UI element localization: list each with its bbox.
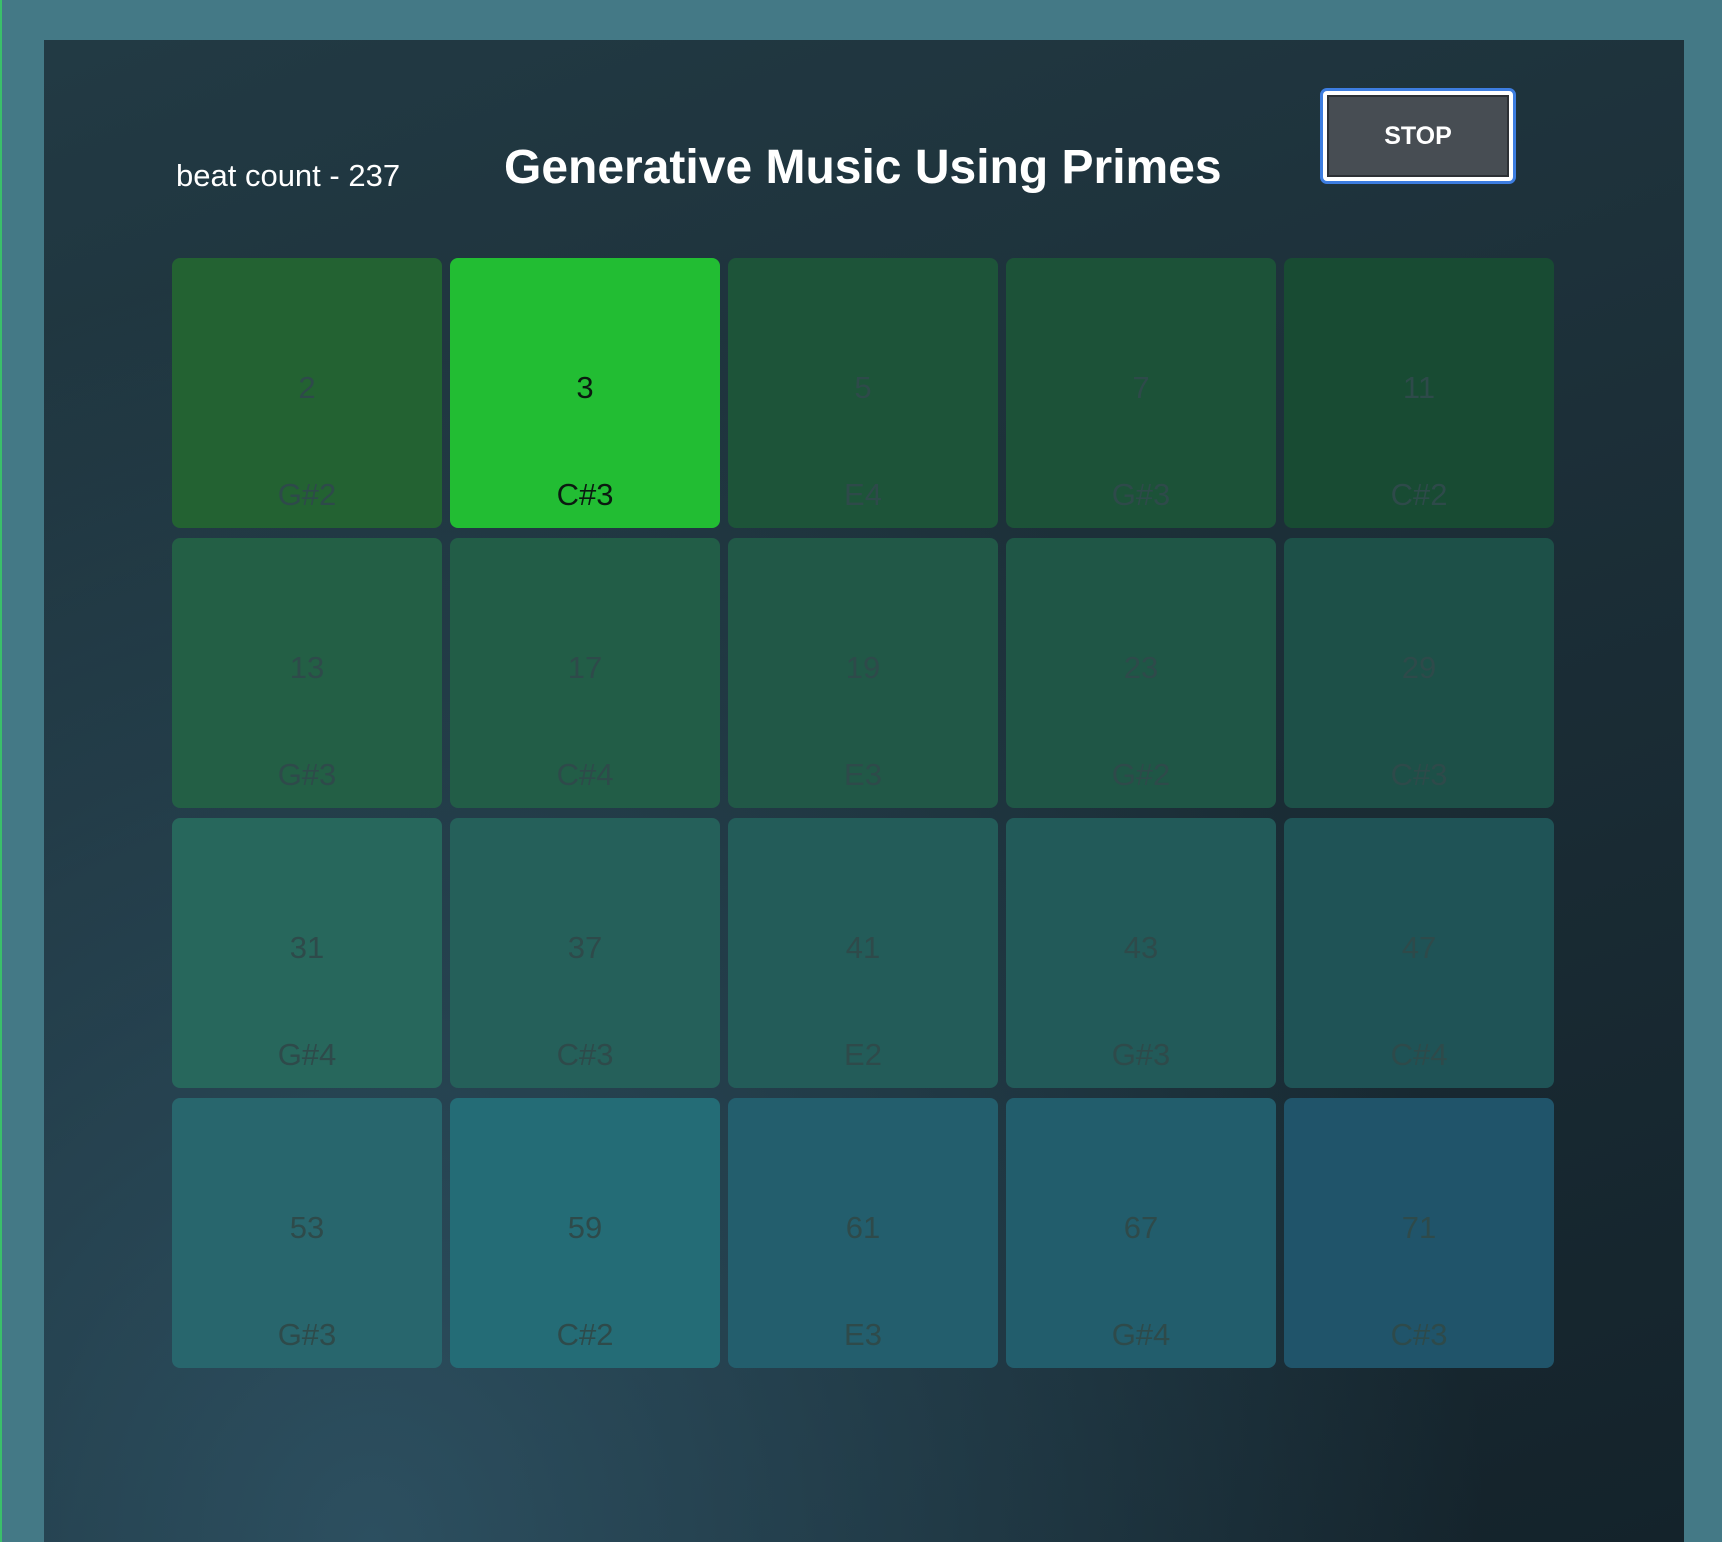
note-label: G#2 xyxy=(1111,757,1171,792)
prime-number: 59 xyxy=(567,1210,603,1245)
app-frame: beat count - 237 Generative Music Using … xyxy=(0,0,1722,1542)
prime-number: 71 xyxy=(1401,1210,1437,1245)
prime-number: 2 xyxy=(298,370,316,405)
stop-button-label: STOP xyxy=(1327,95,1509,177)
note-label: G#2 xyxy=(277,477,337,512)
note-label: C#4 xyxy=(1390,1037,1448,1072)
note-label: E2 xyxy=(844,1037,882,1072)
prime-number: 37 xyxy=(567,930,603,965)
prime-cell[interactable]: 41 E2 xyxy=(728,818,998,1088)
beat-count: beat count - 237 xyxy=(176,158,401,193)
note-label: G#3 xyxy=(1111,477,1171,512)
note-label: C#4 xyxy=(556,757,614,792)
stop-button[interactable]: STOP xyxy=(1320,88,1516,184)
prime-number: 41 xyxy=(845,930,881,965)
prime-number: 17 xyxy=(567,650,603,685)
note-label: G#4 xyxy=(1111,1317,1171,1352)
prime-cell[interactable]: 37 C#3 xyxy=(450,818,720,1088)
note-label: G#4 xyxy=(277,1037,337,1072)
prime-cell[interactable]: 59 C#2 xyxy=(450,1098,720,1368)
prime-cell[interactable]: 47 C#4 xyxy=(1284,818,1554,1088)
prime-cell[interactable]: 19 E3 xyxy=(728,538,998,808)
prime-number: 61 xyxy=(845,1210,881,1245)
prime-number: 3 xyxy=(576,370,594,405)
note-label: G#3 xyxy=(277,757,337,792)
page-title: Generative Music Using Primes xyxy=(504,141,1222,194)
prime-number: 43 xyxy=(1123,930,1159,965)
prime-cell[interactable]: 2 G#2 xyxy=(172,258,442,528)
note-label: C#3 xyxy=(556,1037,614,1072)
note-label: E3 xyxy=(844,1317,882,1352)
note-label: C#3 xyxy=(1390,757,1448,792)
note-label: C#2 xyxy=(556,1317,614,1352)
prime-cell[interactable]: 71 C#3 xyxy=(1284,1098,1554,1368)
prime-cell[interactable]: 53 G#3 xyxy=(172,1098,442,1368)
note-label: E4 xyxy=(844,477,882,512)
note-label: G#3 xyxy=(1111,1037,1171,1072)
prime-cell[interactable]: 5 E4 xyxy=(728,258,998,528)
prime-number: 5 xyxy=(854,370,872,405)
prime-cell[interactable]: 61 E3 xyxy=(728,1098,998,1368)
prime-cell[interactable]: 43 G#3 xyxy=(1006,818,1276,1088)
note-label: G#3 xyxy=(277,1317,337,1352)
prime-number: 29 xyxy=(1401,650,1437,685)
prime-number: 23 xyxy=(1123,650,1159,685)
note-label: C#3 xyxy=(556,477,614,512)
prime-cell[interactable]: 29 C#3 xyxy=(1284,538,1554,808)
prime-cell[interactable]: 13 G#3 xyxy=(172,538,442,808)
prime-number: 19 xyxy=(845,650,881,685)
prime-cell[interactable]: 17 C#4 xyxy=(450,538,720,808)
prime-cell[interactable]: 11 C#2 xyxy=(1284,258,1554,528)
prime-grid: 2 G#2 3 C#3 5 E4 7 G#3 11 C#2 13 G#3 17 C#4 19 E3 23 G#2 2… xyxy=(172,258,1558,1368)
prime-number: 47 xyxy=(1401,930,1437,965)
prime-cell-active[interactable]: 3 C#3 xyxy=(450,258,720,528)
note-label: C#3 xyxy=(1390,1317,1448,1352)
prime-number: 67 xyxy=(1123,1210,1159,1245)
prime-cell[interactable]: 67 G#4 xyxy=(1006,1098,1276,1368)
prime-number: 7 xyxy=(1132,370,1150,405)
prime-number: 31 xyxy=(289,930,325,965)
main-panel: beat count - 237 Generative Music Using … xyxy=(44,40,1684,1542)
prime-cell[interactable]: 31 G#4 xyxy=(172,818,442,1088)
prime-number: 13 xyxy=(289,650,325,685)
prime-number: 53 xyxy=(289,1210,325,1245)
prime-cell[interactable]: 23 G#2 xyxy=(1006,538,1276,808)
prime-number: 11 xyxy=(1402,370,1436,405)
note-label: C#2 xyxy=(1390,477,1448,512)
prime-cell[interactable]: 7 G#3 xyxy=(1006,258,1276,528)
note-label: E3 xyxy=(844,757,882,792)
